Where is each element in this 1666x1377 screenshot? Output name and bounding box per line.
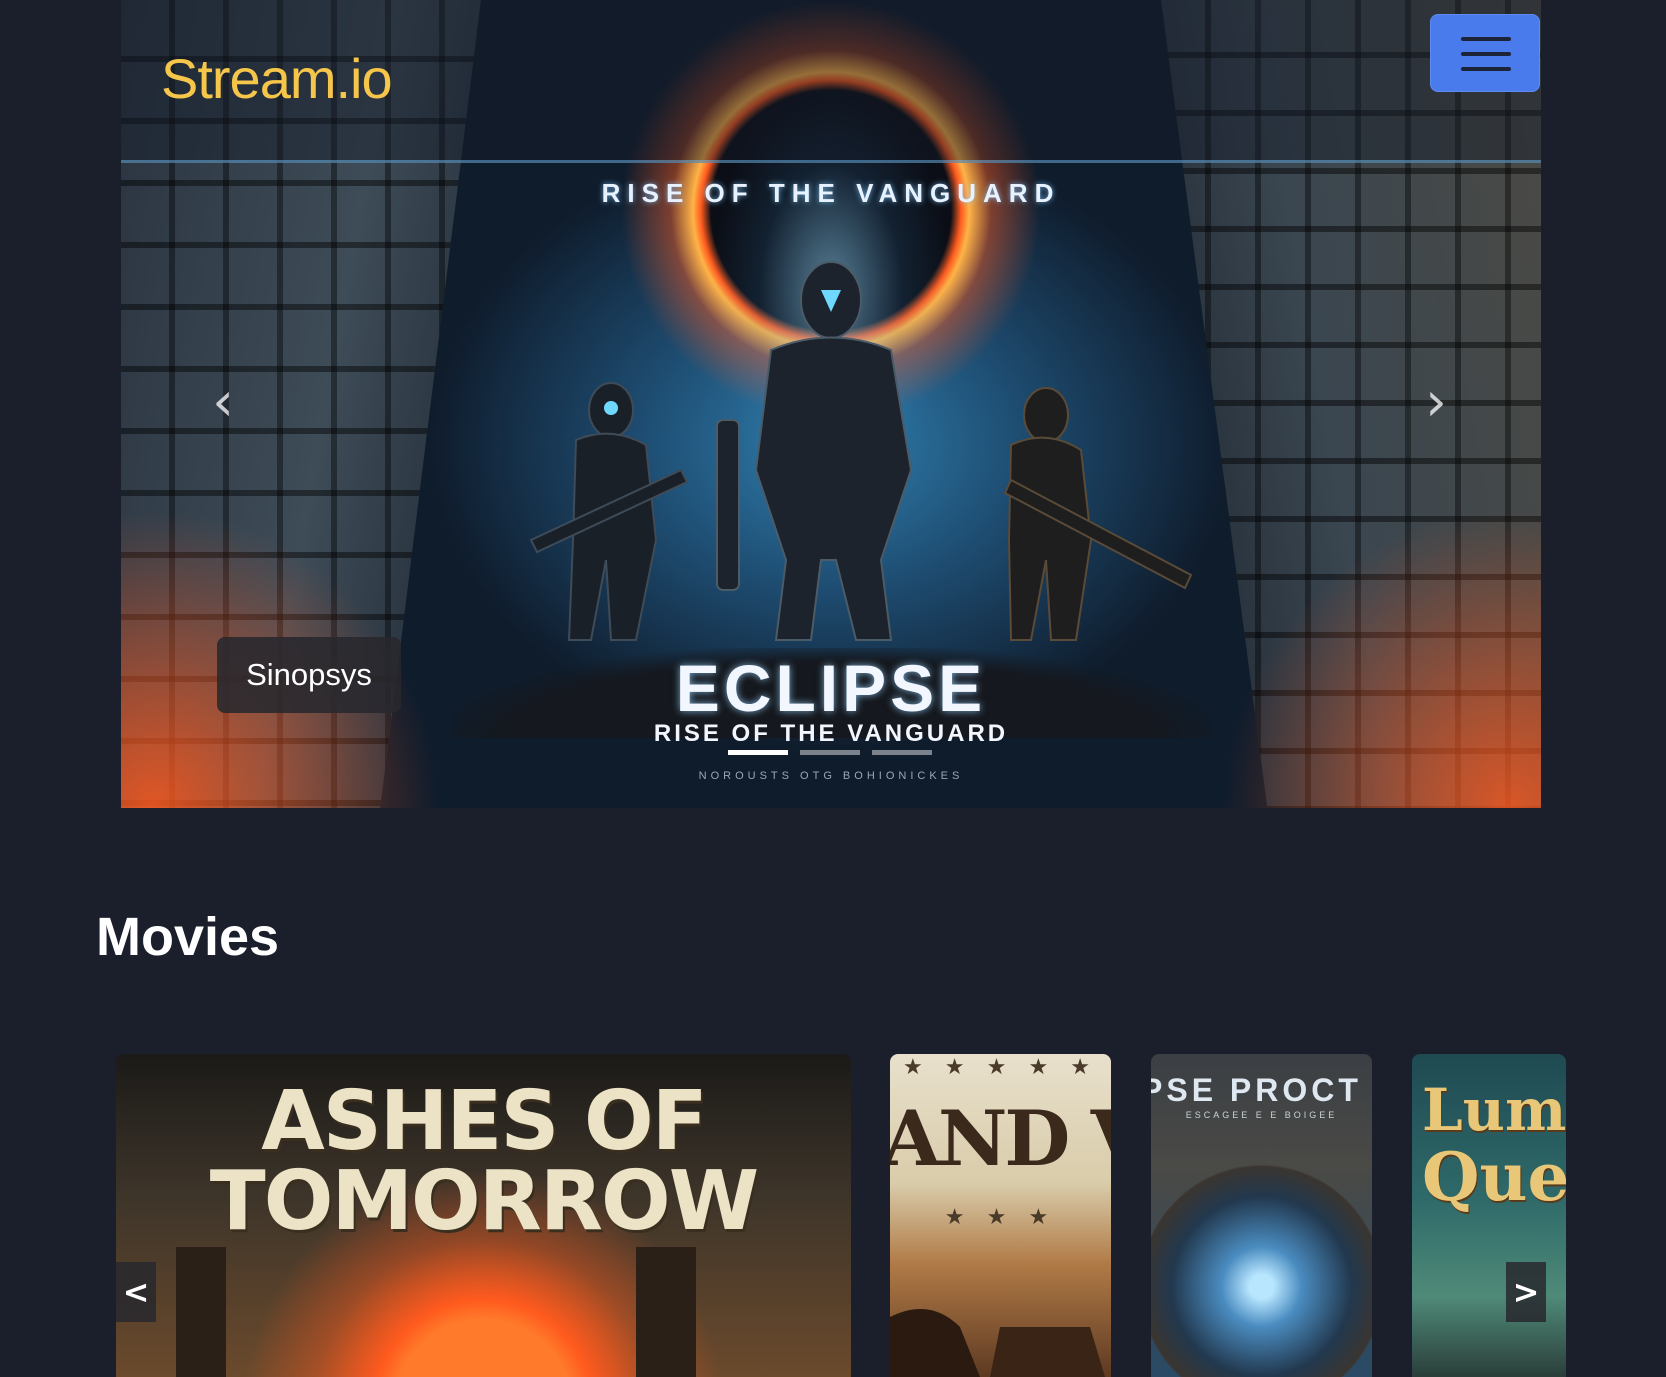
- movie-card[interactable]: Lumin Que: [1412, 1054, 1566, 1377]
- carousel-prev-button[interactable]: ‹: [198, 372, 248, 432]
- movie-card-title: Que: [1422, 1138, 1566, 1216]
- movie-card-title: Lumin: [1422, 1076, 1566, 1144]
- poster-subtitle: RISE OF THE VANGUARD: [653, 720, 1009, 747]
- movies-prev-button[interactable]: <: [116, 1262, 156, 1322]
- carousel-indicator[interactable]: [800, 750, 860, 755]
- chevron-left-icon: ‹: [212, 370, 234, 433]
- poster-tagline: NOROUSTS OTG BOHIONICKES: [698, 770, 964, 782]
- logo[interactable]: Stream.io: [161, 46, 393, 111]
- navbar: Stream.io: [121, 0, 1541, 163]
- hero-carousel: RISE OF THE VANGUARD ECLIPSE RISE OF THE…: [121, 0, 1541, 808]
- movie-card[interactable]: PSE PROCT ESCAGEE E E BOIGEE: [1151, 1054, 1372, 1377]
- carousel-next-button[interactable]: ›: [1411, 372, 1461, 432]
- poster-rider: [890, 1309, 1105, 1377]
- poster-skyline: [116, 1247, 851, 1377]
- movie-card-subtitle: ESCAGEE E E BOIGEE: [1185, 1110, 1338, 1120]
- carousel-indicator[interactable]: [728, 750, 788, 755]
- movie-card[interactable]: ASHES OF TOMORROW: [116, 1054, 851, 1377]
- stars-decoration: ★ ★ ★: [944, 1204, 1057, 1229]
- movies-next-button[interactable]: >: [1506, 1262, 1546, 1322]
- synopsis-button[interactable]: Sinopsys: [217, 637, 401, 713]
- movie-card-title: TOMORROW: [209, 1154, 759, 1249]
- movie-card[interactable]: ★ ★ ★ ★ ★ AND VENG ★ ★ ★: [890, 1054, 1111, 1377]
- movies-section-title: Movies: [96, 907, 280, 967]
- chevron-right-icon: ›: [1425, 370, 1447, 433]
- carousel-indicator[interactable]: [872, 750, 932, 755]
- movie-card-title: AND VENG: [890, 1094, 1111, 1183]
- movie-card-title: PSE PROCT: [1151, 1072, 1362, 1108]
- poster-top-title: RISE OF THE VANGUARD: [601, 178, 1061, 208]
- menu-button[interactable]: [1430, 14, 1540, 92]
- stars-decoration: ★ ★ ★ ★ ★: [902, 1054, 1099, 1079]
